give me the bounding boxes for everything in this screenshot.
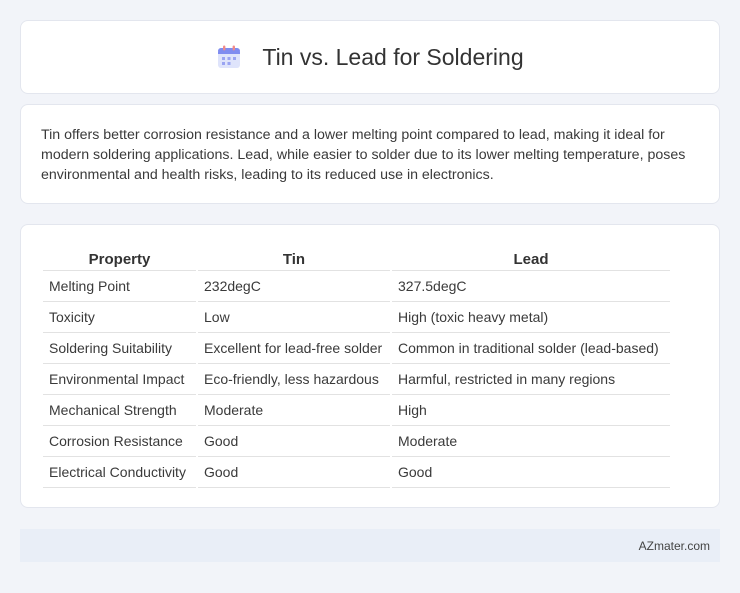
lead-cell: Good (392, 457, 670, 488)
table-row: Mechanical Strength Moderate High (43, 395, 670, 426)
tin-cell: Excellent for lead-free solder (198, 333, 390, 364)
lead-cell: Common in traditional solder (lead-based… (392, 333, 670, 364)
title-wrap: Tin vs. Lead for Soldering (216, 43, 524, 71)
footer: AZmater.com (20, 529, 720, 562)
tin-cell: 232degC (198, 271, 390, 302)
header-tin: Tin (198, 246, 390, 271)
property-cell: Melting Point (43, 271, 196, 302)
lead-cell: Moderate (392, 426, 670, 457)
property-cell: Corrosion Resistance (43, 426, 196, 457)
table-row: Soldering Suitability Excellent for lead… (43, 333, 670, 364)
property-cell: Electrical Conductivity (43, 457, 196, 488)
header-card: Tin vs. Lead for Soldering (20, 20, 720, 94)
page-title: Tin vs. Lead for Soldering (262, 43, 524, 70)
property-cell: Environmental Impact (43, 364, 196, 395)
table-card: Property Tin Lead Melting Point 232degC … (20, 224, 720, 508)
header-lead: Lead (392, 246, 670, 271)
property-cell: Mechanical Strength (43, 395, 196, 426)
intro-card: Tin offers better corrosion resistance a… (20, 104, 720, 204)
calendar-icon (218, 45, 241, 68)
tin-cell: Good (198, 426, 390, 457)
table-header-row: Property Tin Lead (43, 246, 670, 271)
tin-cell: Moderate (198, 395, 390, 426)
table-row: Melting Point 232degC 327.5degC (43, 271, 670, 302)
table-row: Electrical Conductivity Good Good (43, 457, 670, 488)
tin-cell: Good (198, 457, 390, 488)
comparison-table: Property Tin Lead Melting Point 232degC … (41, 246, 672, 488)
property-cell: Toxicity (43, 302, 196, 333)
lead-cell: High (toxic heavy metal) (392, 302, 670, 333)
intro-text: Tin offers better corrosion resistance a… (41, 127, 686, 183)
lead-cell: 327.5degC (392, 271, 670, 302)
property-cell: Soldering Suitability (43, 333, 196, 364)
table-row: Corrosion Resistance Good Moderate (43, 426, 670, 457)
lead-cell: Harmful, restricted in many regions (392, 364, 670, 395)
table-row: Toxicity Low High (toxic heavy metal) (43, 302, 670, 333)
table-row: Environmental Impact Eco-friendly, less … (43, 364, 670, 395)
header-property: Property (43, 246, 196, 271)
lead-cell: High (392, 395, 670, 426)
tin-cell: Low (198, 302, 390, 333)
footer-brand-link[interactable]: AZmater.com (639, 539, 710, 553)
tin-cell: Eco-friendly, less hazardous (198, 364, 390, 395)
